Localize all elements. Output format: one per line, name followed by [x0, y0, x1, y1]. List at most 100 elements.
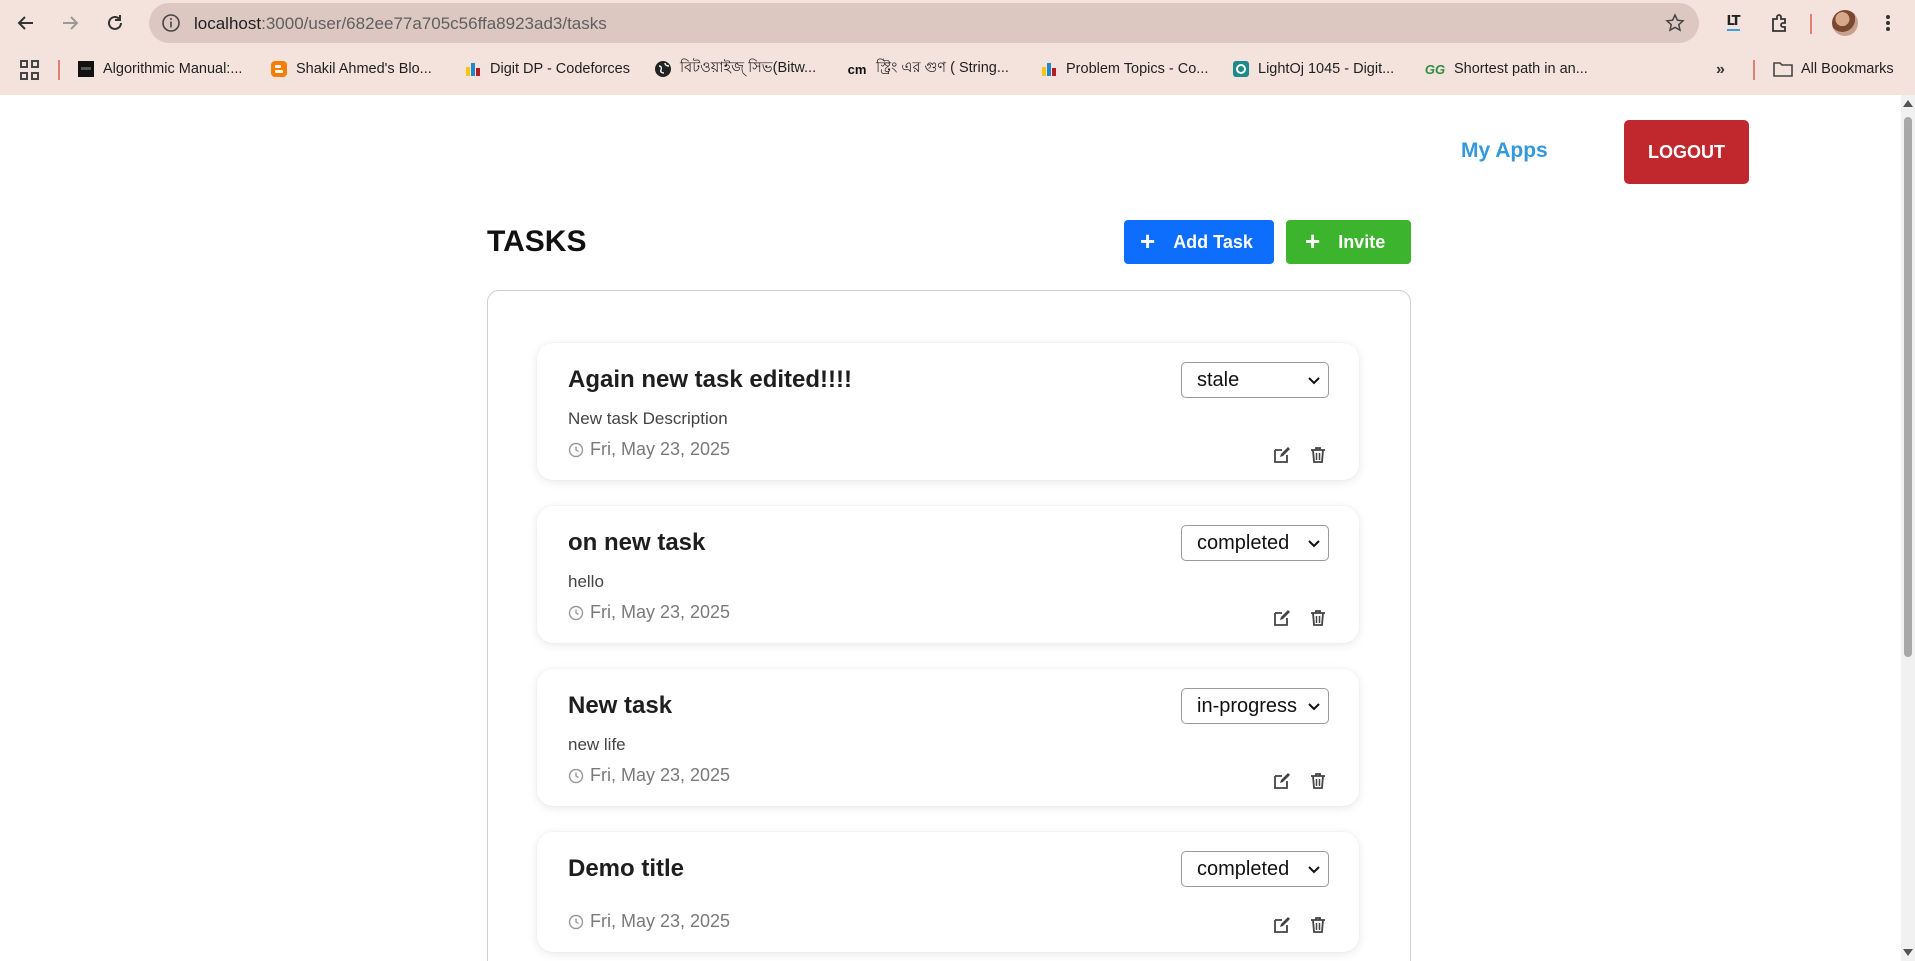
- add-task-button[interactable]: + Add Task: [1124, 220, 1274, 264]
- bookmarks-divider: [1753, 60, 1755, 80]
- task-card: on new task hello Fri, May 23, 2025 comp…: [537, 506, 1359, 643]
- all-bookmarks-button[interactable]: All Bookmarks: [1773, 58, 1894, 80]
- bookmark-item[interactable]: Algorithmic Manual:...: [77, 58, 242, 80]
- bookmark-label: Problem Topics - Co...: [1066, 61, 1209, 77]
- forward-arrow-icon: [63, 16, 79, 30]
- edit-icon[interactable]: [1272, 608, 1292, 628]
- status-select[interactable]: stale: [1181, 362, 1329, 398]
- task-card: New task new life Fri, May 23, 2025 in-p…: [537, 669, 1359, 806]
- invite-button[interactable]: + Invite: [1286, 220, 1411, 264]
- bookmark-label: Algorithmic Manual:...: [103, 61, 243, 77]
- bookmark-item[interactable]: বিটওয়াইজ্ সিভ(Bitw...: [654, 58, 816, 80]
- task-date-text: Fri, May 23, 2025: [590, 911, 731, 931]
- folder-icon: [1773, 62, 1793, 77]
- lightoj-icon: [1232, 60, 1250, 78]
- dark-square-icon: [77, 60, 95, 78]
- status-select[interactable]: completed: [1181, 851, 1329, 887]
- invite-label: Invite: [1338, 231, 1386, 252]
- browser-menu-icon[interactable]: [1880, 10, 1896, 36]
- back-button[interactable]: [12, 9, 40, 37]
- geeksforgeeks-icon: GG: [1424, 61, 1446, 77]
- chevron-down-icon: [1308, 703, 1320, 711]
- status-value: in-progress: [1197, 694, 1298, 717]
- trash-icon[interactable]: [1308, 771, 1328, 791]
- my-apps-link[interactable]: My Apps: [1461, 139, 1548, 163]
- codeforces-icon: [464, 60, 482, 78]
- browser-toolbar: localhost:3000/user/682ee77a705c56ffa892…: [0, 0, 1915, 46]
- task-title: Demo title: [568, 855, 685, 882]
- task-date: Fri, May 23, 2025: [568, 439, 730, 460]
- task-date: Fri, May 23, 2025: [568, 911, 730, 932]
- bookmark-item[interactable]: Digit DP - Codeforces: [464, 58, 630, 80]
- reload-icon: [108, 15, 122, 30]
- status-select[interactable]: in-progress: [1181, 688, 1329, 724]
- logout-button[interactable]: LOGOUT: [1624, 120, 1749, 184]
- clock-icon: [568, 605, 584, 620]
- bookmark-star-icon[interactable]: [1665, 13, 1685, 33]
- add-task-label: Add Task: [1173, 231, 1253, 252]
- extension-label: LT: [1726, 14, 1741, 31]
- task-description: hello: [568, 572, 604, 591]
- page-scrollbar[interactable]: [1901, 95, 1915, 961]
- url-host: localhost: [194, 14, 262, 33]
- task-description: New task Description: [568, 409, 728, 428]
- edit-icon[interactable]: [1272, 915, 1292, 935]
- bookmark-label: স্ট্রিং এর গুণ ( String...: [876, 60, 1009, 76]
- plus-icon: +: [1140, 226, 1156, 256]
- task-date: Fri, May 23, 2025: [568, 765, 730, 786]
- reload-button[interactable]: [101, 9, 129, 37]
- scroll-down-arrow-icon[interactable]: [1903, 949, 1913, 956]
- task-card: Again new task edited!!!! New task Descr…: [537, 343, 1359, 480]
- task-title: Again new task edited!!!!: [568, 366, 853, 393]
- tasks-page: My Apps LOGOUT TASKS + Add Task + Invite…: [0, 95, 1915, 961]
- bookmarks-divider: [58, 60, 60, 80]
- languagetool-extension-icon[interactable]: LT: [1720, 10, 1746, 36]
- cm-icon: cm: [847, 61, 867, 77]
- more-bookmarks-chevron-icon[interactable]: »: [1716, 61, 1725, 79]
- browser-chrome: localhost:3000/user/682ee77a705c56ffa892…: [0, 0, 1915, 95]
- task-date-text: Fri, May 23, 2025: [590, 602, 731, 622]
- trash-icon[interactable]: [1308, 445, 1328, 465]
- bookmark-item[interactable]: GG Shortest path in an...: [1424, 58, 1588, 80]
- trash-icon[interactable]: [1308, 608, 1328, 628]
- task-date: Fri, May 23, 2025: [568, 602, 730, 623]
- trash-icon[interactable]: [1308, 915, 1328, 935]
- all-bookmarks-label: All Bookmarks: [1801, 61, 1894, 77]
- status-select[interactable]: completed: [1181, 525, 1329, 561]
- bookmark-label: Shortest path in an...: [1454, 61, 1588, 77]
- bookmark-item[interactable]: Problem Topics - Co...: [1040, 58, 1208, 80]
- blogger-icon: [270, 60, 288, 78]
- bookmark-item[interactable]: Shakil Ahmed's Blo...: [270, 58, 432, 80]
- site-info-icon[interactable]: [161, 13, 181, 33]
- chevron-down-icon: [1308, 540, 1320, 548]
- status-value: completed: [1197, 531, 1290, 554]
- toolbar-divider: [1810, 14, 1812, 34]
- profile-avatar[interactable]: [1832, 10, 1858, 36]
- bookmark-item[interactable]: cm স্ট্রিং এর গুণ ( String...: [846, 58, 1009, 80]
- bookmark-item[interactable]: LightOj 1045 - Digit...: [1232, 58, 1394, 80]
- forward-button[interactable]: [56, 9, 84, 37]
- task-card: Demo title Fri, May 23, 2025 completed: [537, 832, 1359, 952]
- chevron-down-icon: [1308, 377, 1320, 385]
- task-title: New task: [568, 692, 673, 719]
- edit-icon[interactable]: [1272, 771, 1292, 791]
- status-value: stale: [1197, 368, 1240, 391]
- apps-grid-icon[interactable]: [20, 60, 40, 80]
- edit-icon[interactable]: [1272, 445, 1292, 465]
- clock-icon: [568, 914, 584, 929]
- url-text: localhost:3000/user/682ee77a705c56ffa892…: [194, 14, 607, 34]
- bookmark-label: Digit DP - Codeforces: [490, 61, 630, 77]
- bookmarks-bar: Algorithmic Manual:... Shakil Ahmed's Bl…: [0, 50, 1915, 88]
- address-bar[interactable]: localhost:3000/user/682ee77a705c56ffa892…: [149, 3, 1699, 43]
- extensions-puzzle-icon[interactable]: [1766, 10, 1792, 36]
- clock-icon: [568, 442, 584, 457]
- task-description: new life: [568, 735, 626, 754]
- bookmark-label: বিটওয়াইজ্ সিভ(Bitw...: [680, 60, 817, 76]
- bookmark-label: Shakil Ahmed's Blo...: [296, 61, 432, 77]
- plus-icon: +: [1305, 226, 1321, 256]
- page-title: TASKS: [487, 225, 587, 258]
- scroll-up-arrow-icon[interactable]: [1903, 100, 1913, 107]
- codeforces-icon: [1040, 60, 1058, 78]
- task-title: on new task: [568, 529, 706, 556]
- scroll-thumb[interactable]: [1904, 117, 1912, 657]
